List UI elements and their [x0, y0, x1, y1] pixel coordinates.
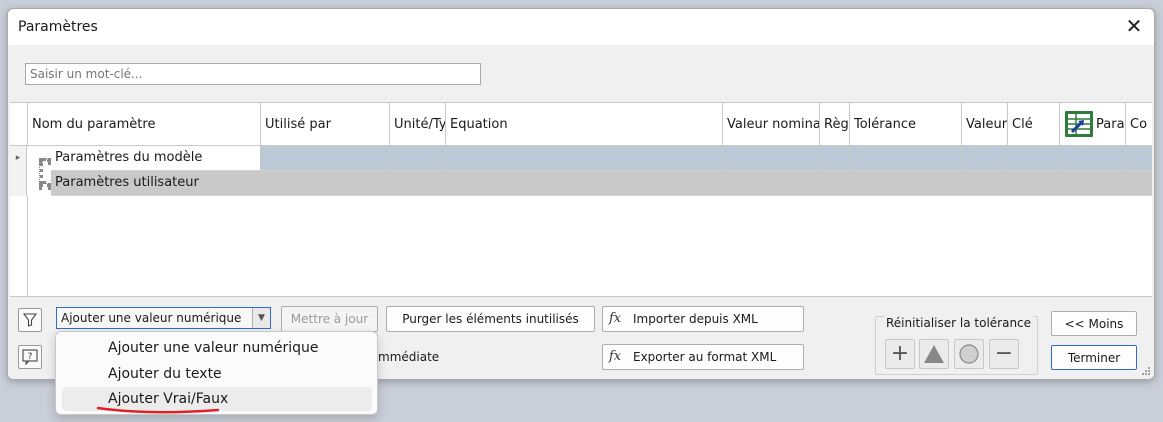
- column-header-unit[interactable]: Unité/Ty: [390, 103, 446, 146]
- cell[interactable]: [1008, 171, 1060, 196]
- cell[interactable]: [1060, 146, 1126, 171]
- filter-button[interactable]: [18, 308, 42, 332]
- cell[interactable]: [723, 146, 820, 171]
- minus-tolerance-button[interactable]: −: [989, 339, 1019, 369]
- tree-connector: [39, 158, 43, 184]
- cell[interactable]: [446, 171, 723, 196]
- parameters-dialog: Paramètres ✕ Nom du paramètre Utilisé pa…: [7, 8, 1155, 380]
- tree-connector: [39, 183, 51, 187]
- cell[interactable]: [1126, 171, 1152, 196]
- import-xml-label: Importer depuis XML: [633, 312, 758, 326]
- row-expander[interactable]: ▸: [10, 146, 27, 171]
- cell[interactable]: [962, 146, 1008, 171]
- title-bar: Paramètres ✕: [8, 9, 1154, 45]
- row-name-cell[interactable]: Paramètres utilisateur: [51, 171, 261, 196]
- reset-tolerance-group: Réinitialiser la tolérance + −: [875, 316, 1038, 375]
- row-header-divider: [27, 196, 28, 296]
- nominal-tolerance-button[interactable]: [954, 339, 984, 369]
- red-underline-annotation: [96, 406, 220, 414]
- plus-icon: +: [890, 341, 910, 366]
- cell[interactable]: [390, 146, 446, 171]
- parameters-grid: Nom du paramètre Utilisé par Unité/Ty Eq…: [10, 102, 1152, 297]
- column-header-nominal-value[interactable]: Valeur nominal: [723, 103, 820, 146]
- fx-import-icon: fx: [609, 311, 622, 326]
- cell[interactable]: [261, 146, 390, 171]
- dialog-title: Paramètres: [18, 19, 98, 35]
- column-header-tolerance[interactable]: Tolérance: [850, 103, 962, 146]
- plus-tolerance-button[interactable]: +: [885, 339, 915, 369]
- column-header-export[interactable]: Para: [1060, 103, 1126, 146]
- column-header-rule[interactable]: Règ: [820, 103, 850, 146]
- keyword-search-input[interactable]: [25, 63, 481, 85]
- cell[interactable]: [1008, 146, 1060, 171]
- triangle-icon: [924, 345, 944, 363]
- cell[interactable]: [723, 171, 820, 196]
- cell[interactable]: [962, 171, 1008, 196]
- cell[interactable]: [850, 171, 962, 196]
- cell[interactable]: [820, 146, 850, 171]
- immediate-update-label: mmédiate: [378, 350, 440, 364]
- import-xml-button[interactable]: fx Importer depuis XML: [602, 306, 804, 332]
- update-button[interactable]: Mettre à jour: [281, 306, 378, 332]
- svg-text:?: ?: [28, 352, 33, 362]
- minus-icon: −: [994, 341, 1014, 366]
- finish-button[interactable]: Terminer: [1051, 345, 1137, 370]
- dropdown-option-text[interactable]: Ajouter du texte: [108, 366, 222, 382]
- add-parameter-type-value: Ajouter une valeur numérique: [61, 311, 242, 325]
- less-button[interactable]: << Moins: [1051, 311, 1137, 336]
- grid-header: Nom du paramètre Utilisé par Unité/Ty Eq…: [10, 103, 1152, 146]
- column-header-equation[interactable]: Equation: [446, 103, 723, 146]
- close-button[interactable]: ✕: [1122, 15, 1146, 39]
- column-header-used-by[interactable]: Utilisé par: [261, 103, 390, 146]
- help-button[interactable]: ?: [18, 345, 42, 369]
- column-header-name[interactable]: Nom du paramètre: [28, 103, 261, 146]
- cell[interactable]: [1126, 146, 1152, 171]
- column-header-export-label: Para: [1096, 117, 1125, 132]
- chevron-down-icon[interactable]: ▼: [252, 308, 270, 328]
- cell[interactable]: [1060, 171, 1126, 196]
- circle-icon: [959, 344, 979, 364]
- row-header-corner: [10, 103, 28, 146]
- cell[interactable]: [850, 146, 962, 171]
- cell[interactable]: [261, 171, 390, 196]
- column-header-comment[interactable]: Co: [1126, 103, 1152, 146]
- spreadsheet-export-icon: [1065, 111, 1093, 137]
- filter-icon: [22, 313, 38, 327]
- reset-tolerance-label: Réinitialiser la tolérance: [884, 316, 1034, 330]
- resize-grip-icon[interactable]: [1141, 366, 1151, 376]
- cell[interactable]: [446, 146, 723, 171]
- column-header-value[interactable]: Valeur: [962, 103, 1008, 146]
- table-row-user-parameters[interactable]: Paramètres utilisateur: [10, 171, 1152, 196]
- export-xml-button[interactable]: fx Exporter au format XML: [602, 344, 804, 370]
- cell[interactable]: [820, 171, 850, 196]
- export-xml-label: Exporter au format XML: [633, 350, 777, 364]
- table-row-model-parameters[interactable]: ▸ Paramètres du modèle: [10, 146, 1152, 171]
- fx-export-icon: fx: [609, 349, 622, 364]
- median-tolerance-button[interactable]: [919, 339, 949, 369]
- row-header[interactable]: [10, 171, 27, 196]
- dropdown-option-numeric[interactable]: Ajouter une valeur numérique: [108, 340, 319, 356]
- cell[interactable]: [390, 171, 446, 196]
- help-icon: ?: [22, 349, 38, 366]
- add-parameter-type-select[interactable]: Ajouter une valeur numérique ▼: [56, 307, 271, 329]
- column-header-key[interactable]: Clé: [1008, 103, 1060, 146]
- purge-unused-button[interactable]: Purger les éléments inutilisés: [386, 306, 595, 332]
- row-name-cell[interactable]: Paramètres du modèle: [51, 146, 261, 171]
